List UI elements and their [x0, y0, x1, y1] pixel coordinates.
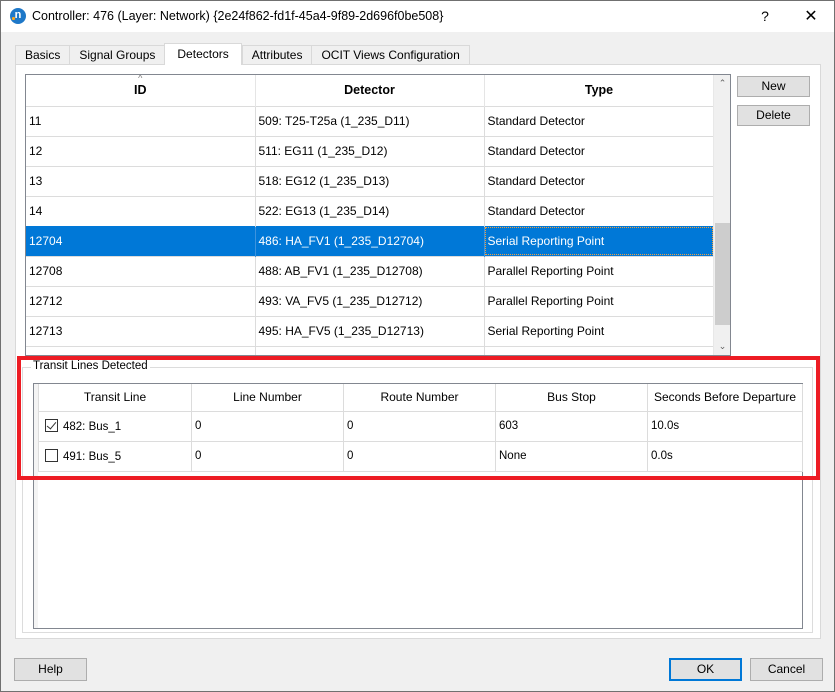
detector-row-selected[interactable]: 12704 486: HA_FV1 (1_235_D12704) Serial …	[26, 225, 715, 256]
tab-signal-groups[interactable]: Signal Groups	[69, 45, 165, 65]
detectors-header-row: ^ ID Detector Type	[26, 74, 715, 106]
transit-lines-group-label: Transit Lines Detected	[31, 360, 150, 372]
route-number-cell[interactable]: 0	[343, 410, 496, 442]
transit-line-name: 482: Bus_1	[63, 421, 122, 433]
transit-lines-groupbox: Transit Lines Detected Transit Line Line…	[22, 360, 813, 633]
detector-name-cell: 518: EG12 (1_235_D13)	[255, 165, 485, 196]
close-button[interactable]: ✕	[788, 1, 834, 32]
detector-type-cell: Parallel Reporting Point	[484, 285, 715, 316]
line-number-cell[interactable]: 0	[191, 410, 344, 442]
transit-line-row[interactable]: 491: Bus_5 0 0 None 0.0s	[38, 440, 803, 472]
app-logo-icon: n	[10, 8, 26, 24]
bus-stop-cell[interactable]: None	[495, 440, 648, 472]
detector-name-cell: 488: AB_FV1 (1_235_D12708)	[255, 255, 485, 286]
transit-line-row[interactable]: 482: Bus_1 0 0 603 10.0s	[38, 410, 803, 442]
column-header-bus-stop[interactable]: Bus Stop	[495, 384, 648, 411]
detectors-table: ^ ID Detector Type 11 509: T25-T25a (1_23…	[25, 74, 731, 356]
transit-line-checkbox-checked[interactable]	[45, 419, 58, 432]
detector-id-cell: 14	[26, 195, 256, 226]
delete-button[interactable]: Delete	[737, 105, 810, 126]
detector-row[interactable]: 12713 495: HA_FV5 (1_235_D12713) Serial …	[26, 315, 715, 346]
close-icon: ✕	[804, 8, 818, 25]
help-button[interactable]: Help	[14, 658, 87, 681]
line-number-cell[interactable]: 0	[191, 440, 344, 472]
title-bar: n Controller: 476 (Layer: Network) {2e24…	[1, 1, 834, 32]
detector-id-cell: 12704	[26, 225, 256, 256]
new-button[interactable]: New	[737, 76, 810, 97]
detector-row[interactable]: 12708 488: AB_FV1 (1_235_D12708) Paralle…	[26, 255, 715, 286]
transit-line-checkbox-unchecked[interactable]	[45, 449, 58, 462]
detector-name-cell: 522: EG13 (1_235_D14)	[255, 195, 485, 226]
detector-id-cell: 12716	[26, 345, 256, 355]
tab-basics[interactable]: Basics	[15, 45, 70, 65]
transit-line-cell: 482: Bus_1	[38, 410, 192, 442]
detector-name-cell: 497: AB_FV5 (1_235_D12716)	[255, 345, 485, 355]
detector-type-cell: Standard Detector	[484, 195, 715, 226]
detector-type-cell: Serial Reporting Point	[484, 315, 715, 346]
controller-dialog: n Controller: 476 (Layer: Network) {2e24…	[0, 0, 835, 692]
detector-type-cell: Standard Detector	[484, 165, 715, 196]
column-header-seconds-before-departure[interactable]: Seconds Before Departure	[647, 384, 803, 411]
detector-name-cell: 495: HA_FV5 (1_235_D12713)	[255, 315, 485, 346]
column-header-route-number[interactable]: Route Number	[343, 384, 496, 411]
detector-id-cell: 13	[26, 165, 256, 196]
seconds-before-departure-cell[interactable]: 0.0s	[647, 440, 803, 472]
seconds-before-departure-cell[interactable]: 10.0s	[647, 410, 803, 442]
scroll-up-arrow-icon[interactable]: ⌃	[714, 75, 730, 92]
detectors-tab-page: ^ ID Detector Type 11 509: T25-T25a (1_23…	[15, 64, 821, 639]
detector-row[interactable]: 12 511: EG11 (1_235_D12) Standard Detect…	[26, 135, 715, 166]
sort-ascending-icon: ^	[138, 74, 143, 83]
detector-name-cell: 511: EG11 (1_235_D12)	[255, 135, 485, 166]
bus-stop-cell[interactable]: 603	[495, 410, 648, 442]
detector-type-cell: Parallel Reporting Point	[484, 255, 715, 286]
scroll-down-arrow-icon[interactable]: ⌄	[714, 338, 730, 355]
detector-row[interactable]: 12716 497: AB_FV5 (1_235_D12716) Serial …	[26, 345, 715, 355]
column-header-type[interactable]: Type	[484, 75, 715, 106]
detector-type-cell: Standard Detector	[484, 105, 715, 136]
detector-id-cell: 12708	[26, 255, 256, 286]
column-header-detector[interactable]: Detector	[255, 75, 485, 106]
transit-header-row: Transit Line Line Number Route Number Bu…	[38, 384, 803, 411]
detector-type-cell: Serial Reporting Point	[484, 345, 715, 355]
scrollbar-thumb[interactable]	[715, 223, 730, 325]
detector-row[interactable]: 12712 493: VA_FV5 (1_235_D12712) Paralle…	[26, 285, 715, 316]
transit-line-name: 491: Bus_5	[63, 451, 122, 463]
question-mark-icon: ?	[761, 8, 769, 24]
detector-id-cell: 12712	[26, 285, 256, 316]
detector-name-cell: 493: VA_FV5 (1_235_D12712)	[255, 285, 485, 316]
column-header-line-number[interactable]: Line Number	[191, 384, 344, 411]
detector-type-cell: Serial Reporting Point	[484, 225, 715, 256]
tab-bar: Basics Signal Groups Detectors Attribute…	[15, 43, 470, 65]
detector-row[interactable]: 11 509: T25-T25a (1_235_D11) Standard De…	[26, 105, 715, 136]
column-header-id[interactable]: ^ ID	[26, 74, 256, 106]
transit-line-cell: 491: Bus_5	[38, 440, 192, 472]
detector-name-cell: 509: T25-T25a (1_235_D11)	[255, 105, 485, 136]
detector-name-cell: 486: HA_FV1 (1_235_D12704)	[255, 225, 485, 256]
cancel-button[interactable]: Cancel	[750, 658, 823, 681]
detector-id-cell: 11	[26, 105, 256, 136]
tab-attributes[interactable]: Attributes	[241, 45, 312, 65]
column-header-transit-line[interactable]: Transit Line	[38, 384, 192, 411]
detector-id-cell: 12	[26, 135, 256, 166]
tab-ocit-views-configuration[interactable]: OCIT Views Configuration	[311, 45, 470, 65]
detector-type-cell: Standard Detector	[484, 135, 715, 166]
tab-detectors[interactable]: Detectors	[164, 43, 242, 65]
detector-id-cell: 12713	[26, 315, 256, 346]
transit-lines-table: Transit Line Line Number Route Number Bu…	[33, 383, 803, 629]
window-title: Controller: 476 (Layer: Network) {2e24f8…	[32, 9, 444, 23]
detector-row[interactable]: 13 518: EG12 (1_235_D13) Standard Detect…	[26, 165, 715, 196]
route-number-cell[interactable]: 0	[343, 440, 496, 472]
help-question-button[interactable]: ?	[742, 1, 788, 32]
row-header-strip	[34, 384, 38, 628]
detectors-vertical-scrollbar[interactable]: ⌃ ⌄	[713, 75, 730, 355]
ok-button[interactable]: OK	[669, 658, 742, 681]
detector-row[interactable]: 14 522: EG13 (1_235_D14) Standard Detect…	[26, 195, 715, 226]
